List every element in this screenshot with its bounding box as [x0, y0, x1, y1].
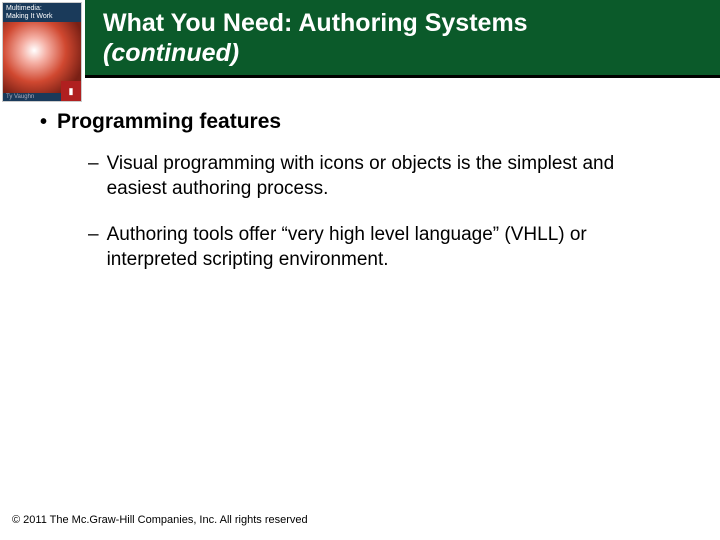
- slide-subtitle: (continued): [103, 38, 708, 68]
- slide-body: • Programming features – Visual programm…: [0, 80, 720, 273]
- book-title-2: Making It Work: [6, 13, 78, 21]
- list-item: – Authoring tools offer “very high level…: [88, 223, 680, 272]
- bullet-heading: • Programming features: [40, 110, 680, 134]
- copyright-footer: © 2011 The Mc.Graw-Hill Companies, Inc. …: [12, 514, 308, 526]
- dash-icon: –: [88, 152, 99, 201]
- publisher-badge-icon: ▮: [61, 81, 81, 101]
- book-title-1: Multimedia:: [6, 5, 78, 13]
- list-item-text: Authoring tools offer “very high level l…: [107, 223, 667, 272]
- slide-title-bar: What You Need: Authoring Systems (contin…: [85, 0, 720, 78]
- slide-title: What You Need: Authoring Systems: [103, 8, 708, 38]
- book-cover-thumbnail: Multimedia: Making It Work Ty Vaughn ▮: [2, 2, 82, 102]
- list-item: – Visual programming with icons or objec…: [88, 152, 680, 201]
- bullet-icon: •: [40, 111, 47, 134]
- book-cover-title: Multimedia: Making It Work: [3, 3, 81, 22]
- list-item-text: Visual programming with icons or objects…: [107, 152, 667, 201]
- dash-icon: –: [88, 223, 99, 272]
- bullet-label: Programming features: [57, 110, 281, 134]
